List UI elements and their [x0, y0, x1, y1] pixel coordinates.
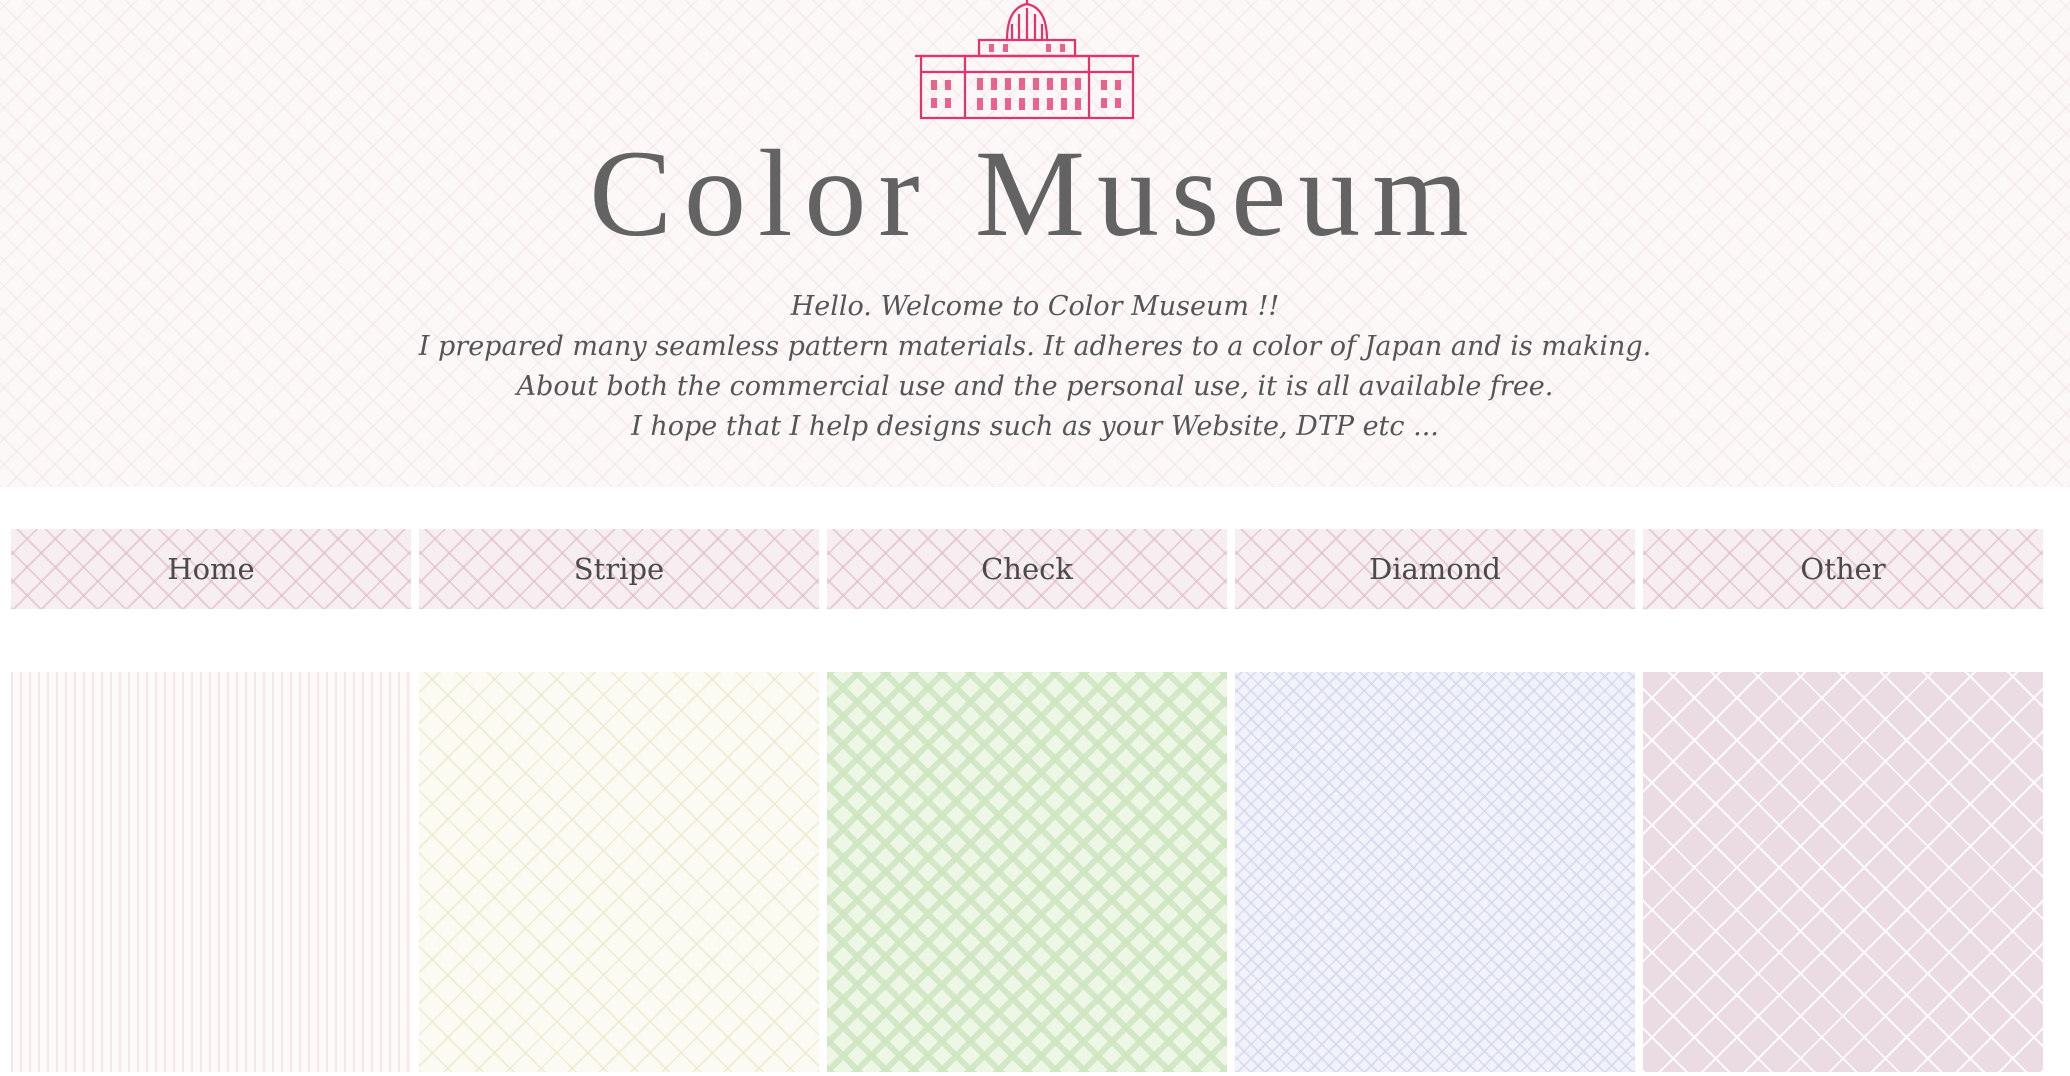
intro-text: Hello. Welcome to Color Museum !! I prep… [0, 287, 2070, 447]
intro-line: I prepared many seamless pattern materia… [418, 331, 1652, 362]
pattern-gallery [11, 672, 2045, 1072]
intro-line: I hope that I help designs such as your … [631, 411, 1439, 442]
nav-item-check[interactable]: Check [827, 529, 1227, 609]
nav-item-home[interactable]: Home [11, 529, 411, 609]
pink-stripe-pattern-tile[interactable] [11, 672, 411, 1072]
nav-item-stripe[interactable]: Stripe [419, 529, 819, 609]
nav-item-diamond[interactable]: Diamond [1235, 529, 1635, 609]
intro-line: Hello. Welcome to Color Museum !! [790, 291, 1280, 322]
cream-diamond-pattern-tile[interactable] [419, 672, 819, 1072]
main-nav: Home Stripe Check Diamond Other [11, 529, 2045, 609]
intro-line: About both the commercial use and the pe… [516, 371, 1554, 402]
site-header: Color Museum Hello. Welcome to Color Mus… [0, 0, 2070, 487]
pink-lattice-pattern-tile[interactable] [1643, 672, 2043, 1072]
lavender-diamond-pattern-tile[interactable] [1235, 672, 1635, 1072]
museum-building-stamp-icon[interactable] [915, 0, 1140, 124]
nav-item-other[interactable]: Other [1643, 529, 2043, 609]
site-title: Color Museum [589, 125, 1481, 262]
green-check-pattern-tile[interactable] [827, 672, 1227, 1072]
